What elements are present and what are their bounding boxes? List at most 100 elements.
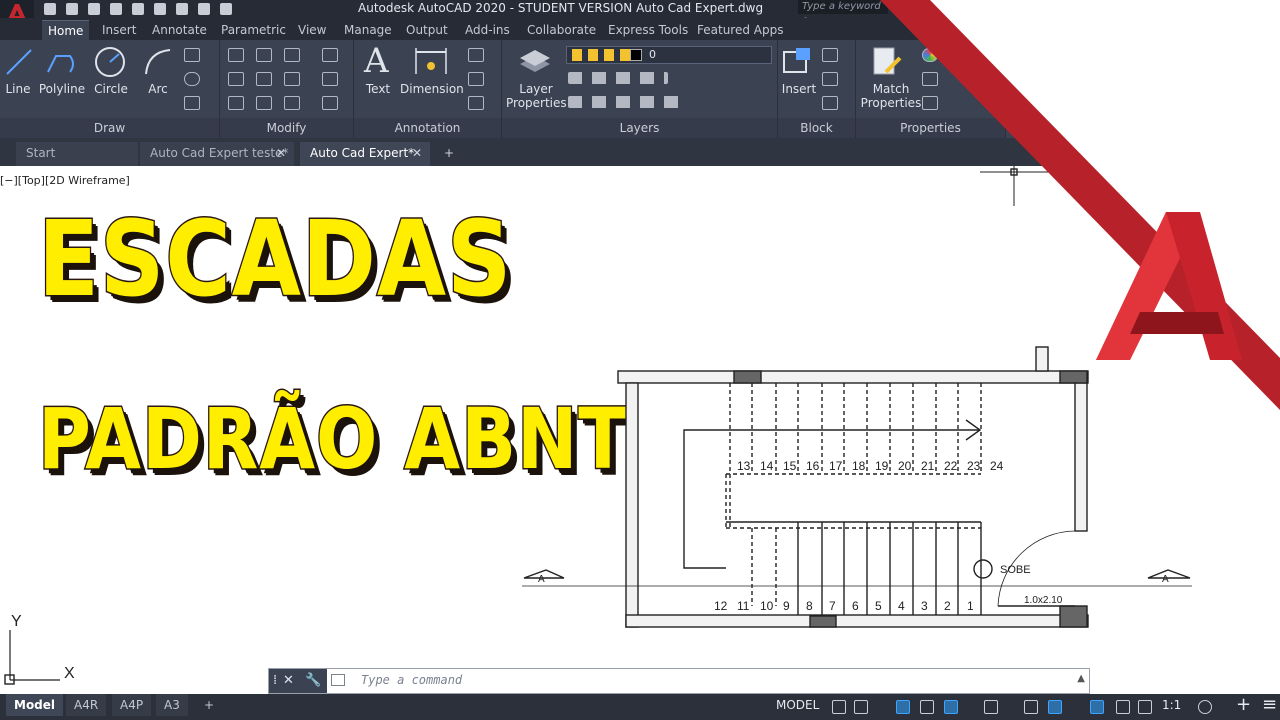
create-block-icon[interactable] [822, 48, 838, 62]
annotation-scale-icon[interactable] [1138, 700, 1152, 714]
plot-icon[interactable] [154, 3, 166, 15]
tab-layout-a4p[interactable]: A4P [112, 694, 152, 716]
arc-button[interactable]: Arc [144, 82, 172, 96]
insert-block-icon[interactable] [782, 46, 814, 76]
command-prompt-icon[interactable] [331, 674, 345, 686]
otrack-icon[interactable] [984, 700, 998, 714]
array-icon[interactable] [284, 96, 300, 110]
search-input[interactable]: Type a keyword o [798, 0, 888, 26]
tab-collaborate[interactable]: Collaborate [521, 20, 602, 40]
layer-state-icons[interactable] [572, 49, 632, 61]
redo-icon[interactable] [220, 3, 232, 15]
gear-icon[interactable] [1198, 700, 1212, 714]
drag-handle-icon[interactable]: ⁞ [273, 673, 277, 688]
auto-scale-icon[interactable] [1116, 700, 1130, 714]
offset-icon[interactable] [322, 96, 338, 110]
block-attribute-icon[interactable] [822, 96, 838, 110]
dimension-icon[interactable] [414, 46, 448, 78]
arc-icon[interactable] [142, 46, 174, 78]
close-icon[interactable]: ✕ [412, 142, 422, 164]
tab-drawing-teste[interactable]: Auto Cad Expert teste* ✕ [140, 142, 294, 166]
close-icon[interactable]: ✕ [283, 673, 294, 688]
hatch-icon[interactable] [184, 96, 200, 110]
layer-tools-row-1[interactable] [568, 72, 668, 84]
stretch-icon[interactable] [228, 96, 244, 110]
tab-layout-a4r[interactable]: A4R [66, 694, 107, 716]
customize-menu-icon[interactable]: ≡ [1262, 694, 1277, 715]
explode-icon[interactable] [322, 72, 338, 86]
tab-drawing-active[interactable]: Auto Cad Expert* ✕ [300, 142, 430, 166]
tab-parametric[interactable]: Parametric [215, 20, 292, 40]
tab-view[interactable]: View [292, 20, 332, 40]
plus-icon[interactable]: + [1236, 694, 1251, 715]
polar-icon[interactable] [920, 700, 934, 714]
block-panel-title[interactable]: Block [778, 118, 855, 138]
line-button[interactable]: Line [4, 82, 32, 96]
customize-wrench-icon[interactable]: 🔧 [305, 673, 321, 688]
dimension-button[interactable]: Dimension [400, 82, 464, 96]
polyline-button[interactable]: Polyline [38, 82, 86, 96]
trim-icon[interactable] [284, 48, 300, 62]
copy-icon[interactable] [228, 72, 244, 86]
tab-express-tools[interactable]: Express Tools [602, 20, 694, 40]
undo-icon[interactable] [198, 3, 210, 15]
save-as-icon[interactable] [110, 3, 122, 15]
grid-icon[interactable] [832, 700, 846, 714]
leader-icon[interactable] [468, 72, 484, 86]
move-icon[interactable] [228, 48, 244, 62]
ortho-icon[interactable] [896, 700, 910, 714]
scale-icon[interactable] [256, 96, 272, 110]
erase-icon[interactable] [322, 48, 338, 62]
linear-dim-icon[interactable] [468, 48, 484, 62]
layers-panel-title[interactable]: Layers [502, 118, 777, 138]
fillet-icon[interactable] [284, 72, 300, 86]
layer-color-swatch[interactable] [630, 49, 642, 61]
tab-start[interactable]: Start [16, 142, 138, 166]
tab-featured-apps[interactable]: Featured Apps [691, 20, 789, 40]
print-icon[interactable] [176, 3, 188, 15]
tab-layout-a3[interactable]: A3 [156, 694, 188, 716]
tab-model[interactable]: Model [6, 694, 64, 716]
tab-output[interactable]: Output [400, 20, 454, 40]
tab-add-ins[interactable]: Add-ins [459, 20, 516, 40]
publish-icon[interactable] [132, 3, 144, 15]
close-icon[interactable]: ✕ [276, 142, 286, 164]
layer-properties-button[interactable]: Layer Properties [506, 82, 567, 110]
tab-manage[interactable]: Manage [338, 20, 398, 40]
mirror-icon[interactable] [256, 72, 272, 86]
layer-tools-row-2[interactable] [568, 96, 680, 108]
model-space-toggle[interactable]: MODEL [776, 698, 819, 712]
circle-button[interactable]: Circle [92, 82, 130, 96]
draw-panel-title[interactable]: Draw [0, 118, 219, 138]
annotation-panel-title[interactable]: Annotation [354, 118, 501, 138]
new-layout-button[interactable]: + [196, 694, 222, 716]
tab-insert[interactable]: Insert [96, 20, 142, 40]
new-tab-button[interactable]: + [436, 142, 462, 166]
command-input[interactable]: Type a command [361, 673, 462, 687]
drawing-canvas[interactable]: [−][Top][2D Wireframe] ESCADAS PADRÃO AB… [0, 0, 1280, 694]
snap-icon[interactable] [854, 700, 868, 714]
rectangle-icon[interactable] [184, 48, 200, 62]
line-icon[interactable] [4, 46, 34, 78]
annotation-visibility-icon[interactable] [1090, 700, 1104, 714]
insert-button[interactable]: Insert [780, 82, 818, 96]
tab-home[interactable]: Home [42, 20, 90, 40]
tab-annotate[interactable]: Annotate [146, 20, 213, 40]
edit-block-icon[interactable] [822, 72, 838, 86]
open-file-icon[interactable] [66, 3, 78, 15]
osnap-icon[interactable] [944, 700, 958, 714]
dynamic-ucs-icon[interactable] [1024, 700, 1038, 714]
polyline-icon[interactable] [44, 46, 78, 78]
command-history-arrow-icon[interactable]: ▲ [1077, 673, 1085, 684]
text-icon[interactable]: A [364, 42, 389, 80]
circle-icon[interactable] [94, 46, 126, 78]
save-icon[interactable] [88, 3, 100, 15]
layer-properties-icon[interactable] [518, 46, 552, 76]
selection-cycling-icon[interactable] [1048, 700, 1062, 714]
text-button[interactable]: Text [362, 82, 394, 96]
annotation-scale-value[interactable]: 1:1 [1162, 698, 1181, 712]
table-icon[interactable] [468, 96, 484, 110]
ellipse-icon[interactable] [184, 72, 200, 86]
rotate-icon[interactable] [256, 48, 272, 62]
modify-panel-title[interactable]: Modify [220, 118, 353, 138]
